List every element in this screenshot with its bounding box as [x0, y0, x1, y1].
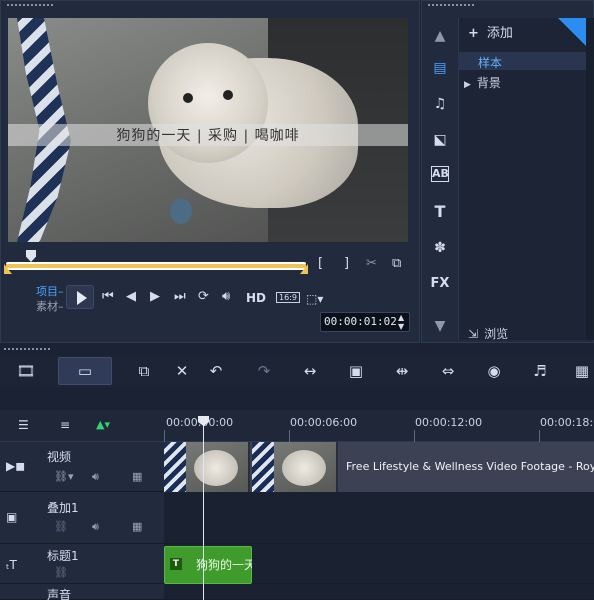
- ruler-label: 00:00:06:00: [290, 416, 358, 429]
- scrub-bar[interactable]: [6, 262, 306, 270]
- title-clip-text: 狗狗的一天: [196, 558, 252, 572]
- timeline-toolbar: 🎞︎ ▭ ⧉ ✕ ↶ ↷ ↔ ▣ ⇹ ⇔ ◉ ♬ ▦: [0, 355, 594, 387]
- tools-icon[interactable]: ✕: [170, 359, 194, 383]
- library-scrollbar[interactable]: [586, 18, 594, 340]
- repeat-icon[interactable]: ⟳: [198, 288, 209, 306]
- preview-window[interactable]: 狗狗的一天 | 采购 | 喝咖啡: [8, 18, 408, 242]
- add-track-icon[interactable]: ≡: [60, 418, 70, 432]
- timeline-view-button[interactable]: ▭: [58, 357, 112, 385]
- undo-icon[interactable]: ↶: [204, 359, 228, 383]
- link-icon[interactable]: ⛓: [54, 566, 68, 579]
- redo-icon[interactable]: ↷: [252, 359, 276, 383]
- library-item-background-label: 背景: [476, 76, 501, 90]
- ruler-label: 00:00:12:00: [415, 416, 483, 429]
- track-name: 叠加1: [47, 501, 79, 515]
- expand-arrow-icon[interactable]: ▶: [464, 80, 471, 90]
- panel-grip[interactable]: [422, 1, 593, 9]
- go-to-end-icon[interactable]: ⏭: [174, 288, 186, 306]
- track-header-toolbar: ☰ ≡ ▲▾: [0, 410, 164, 442]
- scissors-icon[interactable]: ✂: [366, 255, 377, 273]
- track-manager-icon[interactable]: ☰: [18, 418, 29, 432]
- crop-icon[interactable]: ⬚▾: [306, 290, 323, 308]
- track-volume-icon[interactable]: 🔊︎: [92, 470, 99, 484]
- panel-grip[interactable]: [1, 1, 419, 9]
- mark-in-button[interactable]: [: [318, 255, 323, 273]
- split-icon[interactable]: ⇹: [390, 359, 414, 383]
- add-label: 添加: [486, 26, 513, 41]
- track-grid-icon[interactable]: ▦: [132, 520, 142, 533]
- browse-button[interactable]: ⇲ 浏览: [468, 325, 508, 342]
- timeline-ruler[interactable]: 00:00:00:00 00:00:06:00 00:00:12:00 00:0…: [164, 410, 594, 442]
- track-name: 声音: [47, 588, 72, 600]
- fit-project-icon[interactable]: ↔: [298, 359, 322, 383]
- play-button[interactable]: [66, 285, 94, 309]
- track-header-title[interactable]: ₜT 标题1 ⛓: [0, 544, 164, 584]
- link-icon[interactable]: ⛓▾: [54, 470, 74, 483]
- transition-icon[interactable]: ⬕: [429, 130, 451, 150]
- clip-thumbnail: [252, 442, 338, 492]
- link-icon[interactable]: ⛓: [54, 520, 68, 533]
- playhead-line[interactable]: [203, 420, 204, 600]
- media-library-icon[interactable]: ▤: [429, 58, 451, 78]
- plus-icon: +: [468, 26, 479, 41]
- add-folder-button[interactable]: + 添加: [468, 22, 513, 41]
- voice-track-lane[interactable]: [164, 584, 594, 600]
- mixer-icon[interactable]: ◉: [482, 359, 506, 383]
- track-name: 标题1: [47, 549, 79, 563]
- previous-frame-icon[interactable]: ◀︎: [126, 288, 136, 306]
- mode-clip-toggle[interactable]: 素材–: [36, 298, 64, 314]
- render-icon[interactable]: ▦: [570, 359, 594, 383]
- track-header-voice[interactable]: 声音: [0, 584, 164, 600]
- go-to-start-icon[interactable]: ⏮: [102, 288, 114, 306]
- library-item-sample-label[interactable]: 样本: [478, 54, 502, 71]
- aspect-ratio-button[interactable]: 16:9: [276, 292, 300, 303]
- overlay-track-lane[interactable]: [164, 492, 594, 544]
- title-clip-icon: T: [170, 558, 182, 570]
- timecode-field[interactable]: 00:00:01:02: [320, 312, 410, 332]
- scroll-down-icon[interactable]: ▼: [429, 316, 451, 336]
- library-item-background[interactable]: ▶ 背景: [464, 74, 501, 91]
- timecode-stepper[interactable]: ▲ ▼: [398, 313, 404, 331]
- track-name: 视频: [47, 450, 72, 464]
- volume-icon[interactable]: 🔊︎: [222, 288, 230, 306]
- copy-attributes-icon[interactable]: ⧉: [132, 359, 156, 383]
- video-clip-title: Free Lifestyle & Wellness Video Footage …: [346, 460, 594, 473]
- storyboard-view-icon[interactable]: 🎞︎: [14, 359, 38, 383]
- track-volume-icon[interactable]: 🔊︎: [92, 520, 99, 534]
- scroll-up-icon[interactable]: ▲: [429, 26, 451, 46]
- app-window: 狗狗的一天 | 采购 | 喝咖啡 [ ] ✂ ⧉ 项目– 素材– ⏮ ◀︎ ▶︎…: [0, 0, 594, 600]
- title-track-icon[interactable]: ₜT: [6, 558, 17, 572]
- library-category-bar: ▲ ▤ ♫ ⬕ AB T ✽ FX ▼: [421, 18, 457, 343]
- timeline-view-icon: ▭: [77, 362, 93, 380]
- hd-button[interactable]: HD: [246, 289, 266, 307]
- text-icon[interactable]: T: [429, 202, 451, 222]
- auto-scroll-icon[interactable]: ⇔: [436, 359, 460, 383]
- graphics-icon[interactable]: ✽: [429, 238, 451, 258]
- clip-thumbnail: [164, 442, 250, 492]
- chapter-marker-icon[interactable]: ▲▾: [96, 418, 110, 431]
- track-header-overlay[interactable]: ▣ 叠加1 ⛓ 🔊︎ ▦: [0, 492, 164, 544]
- overlay-track-icon[interactable]: ▣: [6, 510, 17, 524]
- enlarge-preview-icon[interactable]: ⧉: [392, 255, 401, 273]
- preview-caption[interactable]: 狗狗的一天 | 采购 | 喝咖啡: [8, 124, 408, 146]
- track-header-video[interactable]: ▶︎◼ 视频 ⛓▾ 🔊︎ ▦: [0, 442, 164, 492]
- timeline-grip[interactable]: [0, 345, 594, 355]
- audio-library-icon[interactable]: ♫: [429, 94, 451, 114]
- browse-icon: ⇲: [468, 327, 479, 341]
- auto-music-icon[interactable]: ♬: [528, 359, 552, 383]
- ruler-label: 00:00:18:0: [540, 416, 594, 429]
- mark-out-button[interactable]: ]: [344, 255, 349, 273]
- record-capture-icon[interactable]: ▣: [344, 359, 368, 383]
- next-frame-icon[interactable]: ▶︎: [150, 288, 160, 306]
- browse-label: 浏览: [484, 327, 509, 341]
- title-library-icon[interactable]: AB: [431, 166, 449, 182]
- mode-project-toggle[interactable]: 项目–: [36, 283, 64, 299]
- fx-filter-icon[interactable]: FX: [429, 274, 451, 294]
- track-grid-icon[interactable]: ▦: [132, 470, 142, 483]
- video-track-icon[interactable]: ▶︎◼: [6, 459, 25, 473]
